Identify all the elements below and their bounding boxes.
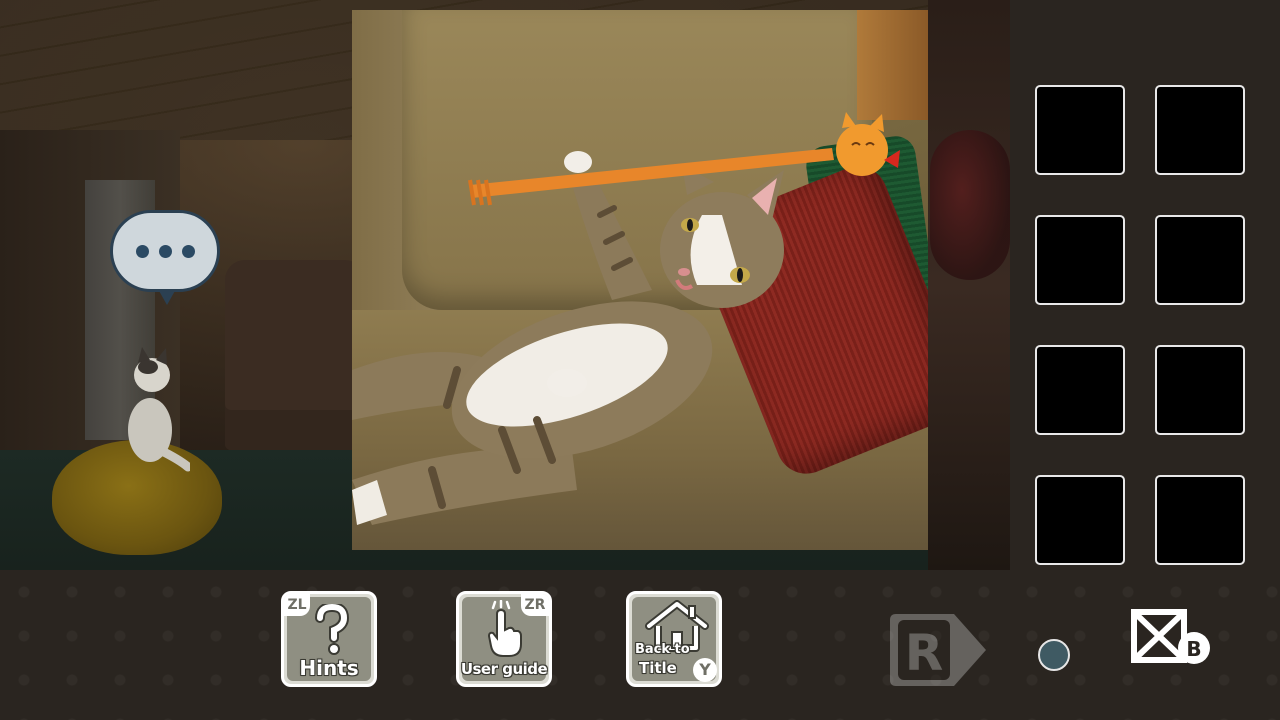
bubble-dot (181, 244, 195, 258)
hints-label: Hints (299, 656, 359, 680)
inventory-slot-2[interactable] (1155, 85, 1245, 175)
lying-cat[interactable] (352, 10, 928, 550)
inventory-slot-6[interactable] (1155, 345, 1245, 435)
heart-balloon (930, 130, 1010, 280)
inventory-slot-5[interactable] (1035, 345, 1125, 435)
inventory-slot-1[interactable] (1035, 85, 1125, 175)
back-to-title-label-line1: Back to (635, 642, 690, 657)
zoom-view[interactable] (352, 10, 928, 550)
back-to-title-label-line2: Title (639, 659, 677, 677)
armchair[interactable] (225, 260, 365, 450)
close-box-icon[interactable]: B (1128, 606, 1214, 670)
bubble-dot (158, 244, 172, 258)
user-guide-label: User guide (460, 660, 548, 678)
hints-button[interactable]: ZL Hints (281, 591, 377, 687)
inventory-slot-4[interactable] (1155, 215, 1245, 305)
back-to-title-button[interactable]: Back to Title Y (626, 591, 722, 687)
sitting-cat[interactable] (120, 345, 190, 475)
b-key-label: B (1186, 637, 1201, 661)
question-mark-icon (315, 604, 350, 655)
inventory-slot-7[interactable] (1035, 475, 1125, 565)
pointing-hand-icon (487, 600, 522, 657)
r-key-label: R (905, 624, 944, 682)
bubble-dot (135, 244, 149, 258)
page-indicator-dot (1038, 639, 1070, 671)
right-wall (928, 0, 1010, 570)
user-guide-button[interactable]: ZR User guide (456, 591, 552, 687)
y-key-badge: Y (693, 658, 717, 682)
bottom-menu-bar: ZL Hints ZR User guide Back to Title Y R… (0, 570, 1280, 720)
thought-bubble[interactable] (110, 210, 220, 305)
next-arrow-button[interactable]: R (888, 610, 990, 690)
zl-key-badge: ZL (284, 594, 310, 616)
inventory-panel (1010, 0, 1280, 570)
inventory-slot-3[interactable] (1035, 215, 1125, 305)
zr-key-badge: ZR (521, 594, 549, 616)
inventory-slot-8[interactable] (1155, 475, 1245, 565)
